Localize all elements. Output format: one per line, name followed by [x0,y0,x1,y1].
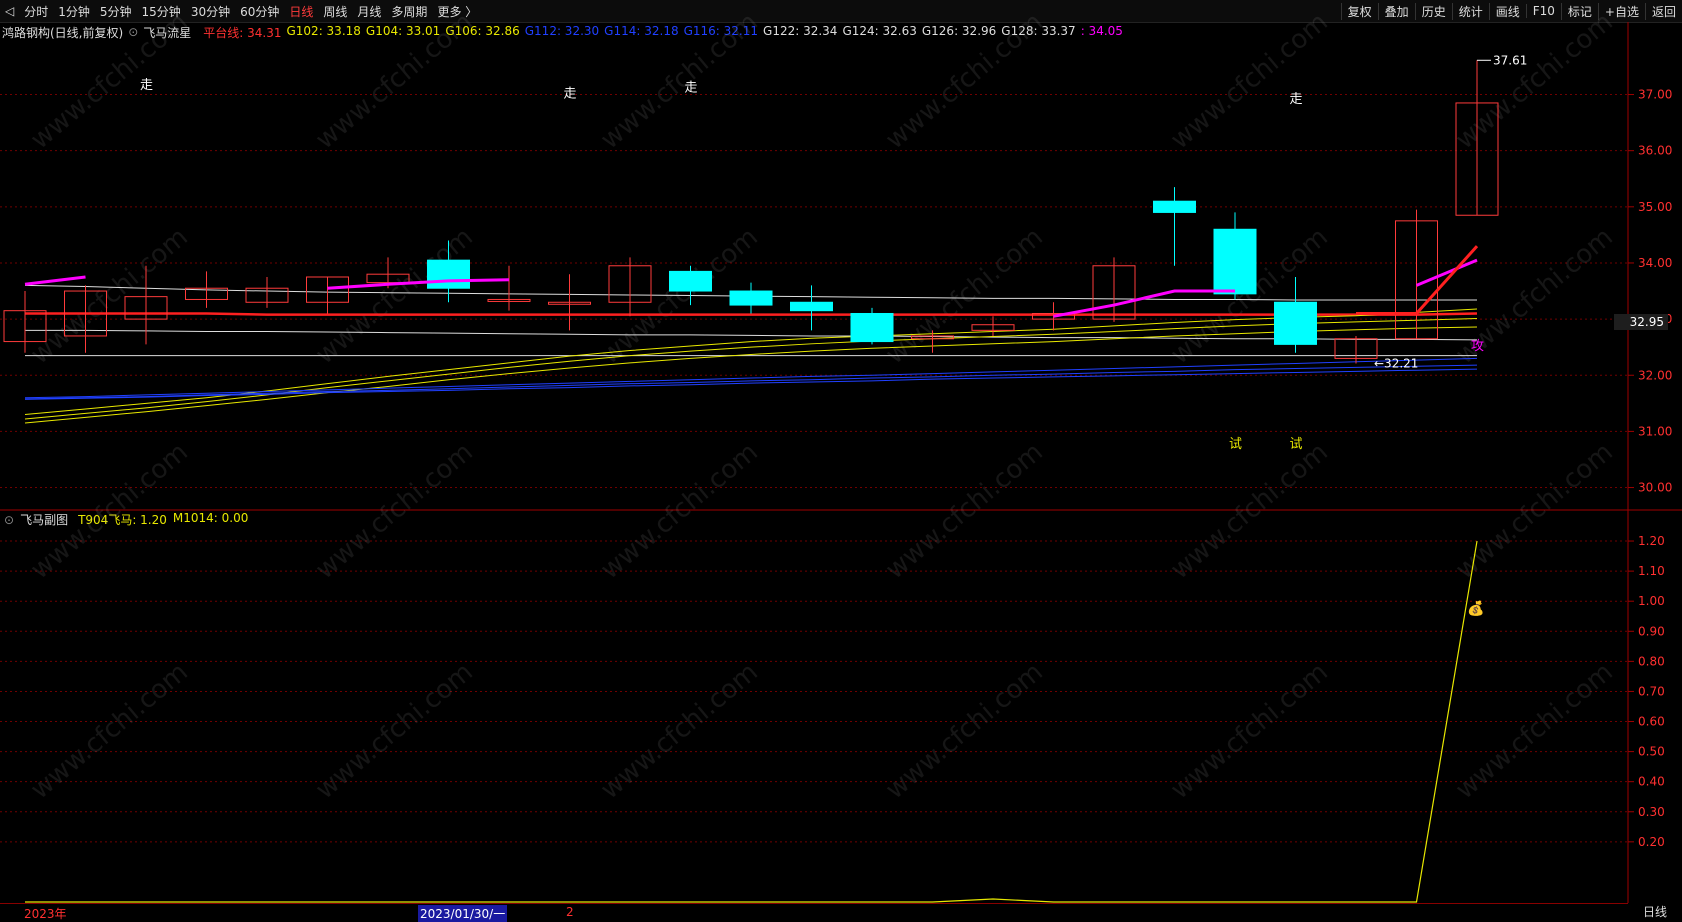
watermark-text: www.cfchi.com [1450,657,1619,805]
price-tick-label: 32.00 [1638,368,1672,382]
ma-line-8 [24,364,1478,400]
money-bag-icon: 💰 [1467,600,1484,617]
indicator-tick-label: 0.60 [1638,715,1665,729]
candle-body [427,259,470,289]
watermark-text: www.cfchi.com [310,7,479,155]
current-price-tag: 32.95 [1614,313,1668,330]
candle-body [729,290,773,306]
signal-marker: 走 [564,86,577,101]
price-tick-label: 36.00 [1638,144,1672,158]
candle-body [669,270,712,292]
signal-marker: 走 [1290,92,1303,107]
watermark-text: www.cfchi.com [595,657,764,805]
ma-line-9 [24,368,1478,400]
watermark-text: www.cfchi.com [595,7,764,155]
indicator-tick-label: 0.70 [1638,684,1665,698]
price-tick-label: 37.00 [1638,88,1672,102]
watermark-text: www.cfchi.com [1165,437,1334,585]
signal-marker: 试 [1290,437,1303,452]
candle-body [1213,228,1257,295]
signal-marker: 走 [685,81,698,96]
watermark-text: www.cfchi.com [880,437,1049,585]
watermark-text: www.cfchi.com [25,437,194,585]
signal-marker: 走 [140,78,153,93]
price-tick-label: 30.00 [1638,481,1672,495]
indicator-tick-label: 0.50 [1638,745,1665,759]
watermark-text: www.cfchi.com [310,222,479,370]
candle-body [850,312,894,343]
stock-chart[interactable]: www.cfchi.com www.cfchi.com www.cfchi.com w… [0,0,1682,903]
price-tick-label: 34.00 [1638,256,1672,270]
signal-marker: 试 [1229,437,1242,452]
high-price-label: 37.61 [1493,53,1527,67]
candle-body [1274,301,1317,345]
indicator-tick-label: 1.00 [1638,594,1665,608]
watermark-text: www.cfchi.com [310,437,479,585]
indicator-tick-label: 1.10 [1638,564,1665,578]
watermark-text: www.cfchi.com [1165,657,1334,805]
candle-body [790,301,833,312]
date-tick: 2 [566,905,574,919]
indicator-tick-label: 0.80 [1638,654,1665,668]
date-axis: 2023年 2023/01/30/一 2 [0,903,1628,922]
indicator-tick-label: 0.30 [1638,805,1665,819]
price-tick-label: 31.00 [1638,424,1672,438]
low-price-label: ←32.21 [1374,356,1418,370]
indicator-tick-label: 0.40 [1638,775,1665,789]
watermark-text: www.cfchi.com [880,222,1049,370]
indicator-tick-label: 0.90 [1638,624,1665,638]
price-tick-label: 35.00 [1638,200,1672,214]
watermark-text: www.cfchi.com [1165,7,1334,155]
period-indicator[interactable]: 日线 [1628,903,1682,921]
watermark-text: www.cfchi.com [1450,7,1619,155]
ma-line-0 [25,312,1478,316]
ma-line-7 [24,357,1478,399]
watermark-text: www.cfchi.com [880,7,1049,155]
indicator-tick-label: 0.20 [1638,835,1665,849]
watermark-text: www.cfchi.com [595,437,764,585]
ma-line-2 [25,329,1478,341]
magenta-signal-line [24,275,86,286]
watermark-text: www.cfchi.com [25,222,194,370]
watermark-text: www.cfchi.com [310,657,479,805]
watermark-text: www.cfchi.com [1450,437,1619,585]
watermark-text: www.cfchi.com [25,7,194,155]
signal-marker: 攻 [1471,339,1484,354]
indicator-tick-label: 1.20 [1638,534,1665,548]
year-label: 2023年 [24,907,67,921]
watermark-text: www.cfchi.com [25,657,194,805]
watermark-text: www.cfchi.com [880,657,1049,805]
candle-body [1153,200,1196,213]
cursor-date: 2023/01/30/一 [418,905,508,922]
